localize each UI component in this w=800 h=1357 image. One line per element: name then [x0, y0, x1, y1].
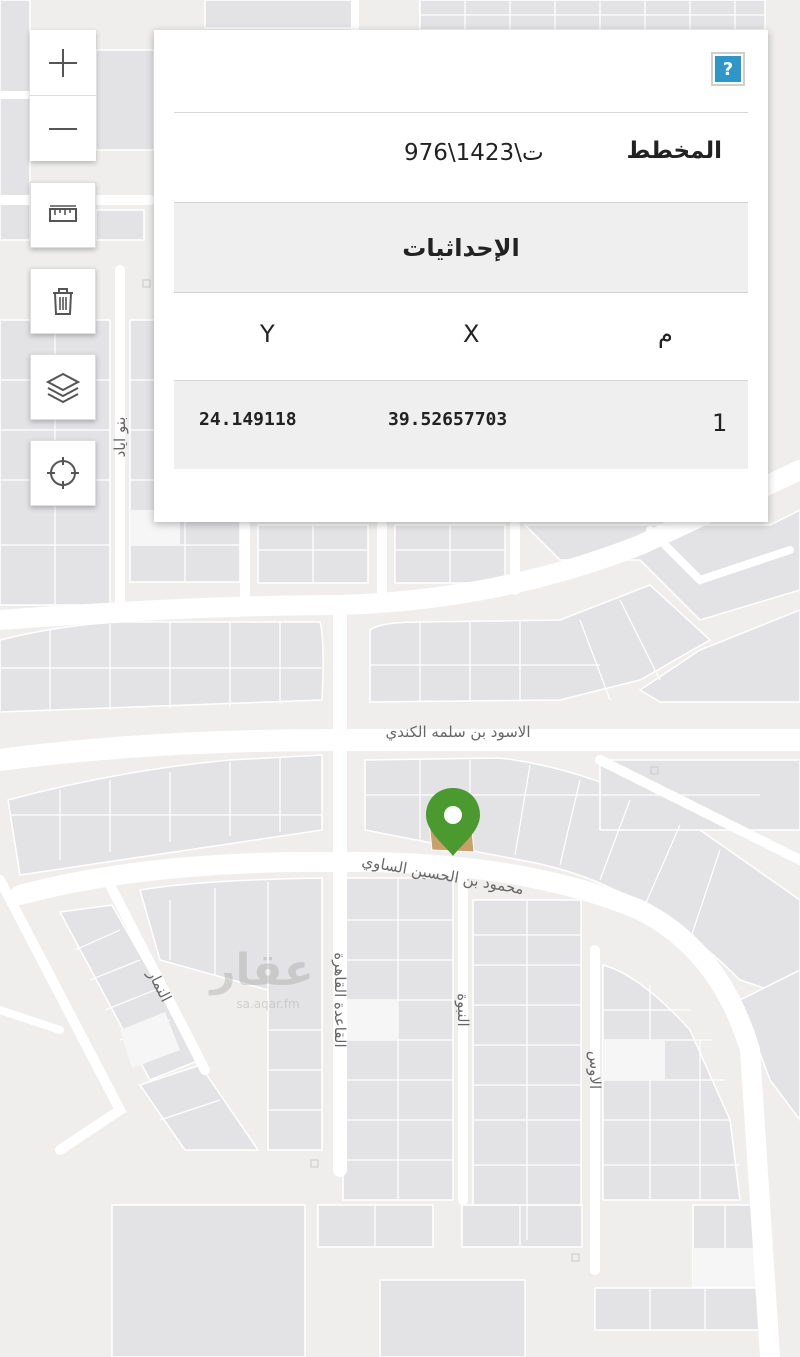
minus-icon — [49, 127, 77, 130]
zoom-in-button[interactable] — [30, 30, 96, 95]
divider — [174, 112, 748, 113]
zoom-control — [30, 30, 96, 161]
layers-icon — [46, 372, 80, 403]
delete-button[interactable] — [30, 268, 96, 334]
trash-icon — [53, 288, 73, 315]
coordinates-title: الإحداثيات — [402, 233, 520, 262]
column-header-y: Y — [260, 320, 275, 348]
coordinates-header: الإحداثيات — [174, 202, 748, 293]
row-index: 1 — [712, 409, 728, 437]
crosshair-icon — [47, 457, 79, 489]
table-row: 1 39.52657703 24.149118 — [174, 380, 748, 469]
row-y-value: 24.149118 — [199, 409, 297, 430]
help-button[interactable]: ? — [711, 52, 745, 86]
watermark-logo: عقار — [208, 945, 314, 996]
street-label: النبوة — [454, 993, 472, 1026]
row-x-value: 39.52657703 — [388, 409, 508, 430]
ruler-icon — [49, 205, 77, 222]
column-header-index: م — [658, 320, 673, 348]
help-icon: ? — [715, 56, 741, 82]
plan-value: 976\ت\1423 — [404, 140, 544, 166]
plan-label: المخطط — [626, 138, 722, 164]
locate-button[interactable] — [30, 440, 96, 506]
parcel-info-panel: ? المخطط 976\ت\1423 الإحداثيات م X Y 1 3… — [154, 30, 768, 522]
plus-icon — [49, 48, 77, 77]
location-marker-icon[interactable] — [426, 788, 480, 856]
column-header-x: X — [463, 320, 480, 348]
layers-button[interactable] — [30, 354, 96, 420]
street-label: الاسود بن سلمه الكندي — [385, 723, 530, 742]
watermark-url: sa.aqar.fm — [236, 997, 299, 1011]
street-label: بنو اياد — [111, 417, 129, 458]
street-label: القاعدة القاهرة — [331, 952, 349, 1047]
street-label: الاوس — [586, 1051, 604, 1089]
measure-button[interactable] — [30, 182, 96, 248]
zoom-out-button[interactable] — [30, 95, 96, 161]
